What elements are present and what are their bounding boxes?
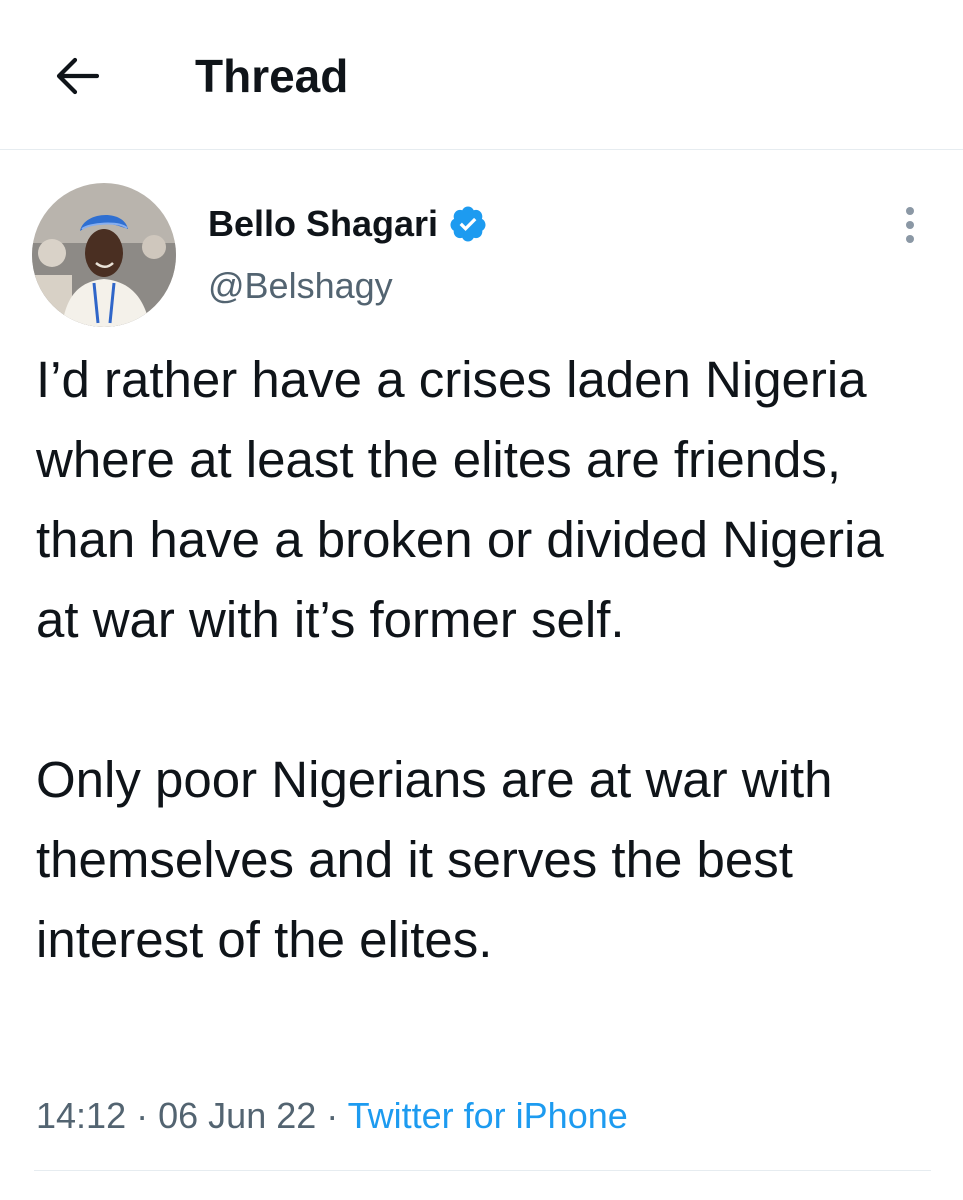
- tweet-date: 06 Jun 22: [158, 1095, 317, 1136]
- more-options-button[interactable]: [888, 200, 932, 250]
- verified-badge-icon: [448, 204, 488, 244]
- divider: [34, 1170, 931, 1171]
- avatar[interactable]: [32, 183, 176, 327]
- author-handle[interactable]: @Belshagy: [208, 262, 393, 310]
- meta-separator: ·: [136, 1095, 149, 1136]
- tweet-source-link[interactable]: Twitter for iPhone: [348, 1095, 628, 1136]
- tweet-time: 14:12: [36, 1095, 127, 1136]
- author-name[interactable]: Bello Shagari: [208, 200, 488, 248]
- tweet-paragraph: Only poor Nigerians are at war with them…: [36, 751, 833, 968]
- page-title: Thread: [195, 50, 349, 102]
- arrow-left-icon: [56, 57, 99, 95]
- more-vertical-icon: [906, 207, 914, 243]
- tweet-metadata: 14:12 · 06 Jun 22 · Twitter for iPhone: [36, 1090, 628, 1142]
- profile-photo: [32, 183, 176, 327]
- author-name-text: Bello Shagari: [208, 203, 439, 244]
- tweet-paragraph: I’d rather have a crises laden Nigeria w…: [36, 351, 884, 648]
- back-button[interactable]: [40, 48, 112, 104]
- meta-separator: ·: [326, 1095, 339, 1136]
- thread-header: Thread: [0, 0, 963, 150]
- tweet-text: I’d rather have a crises laden Nigeria w…: [36, 340, 936, 980]
